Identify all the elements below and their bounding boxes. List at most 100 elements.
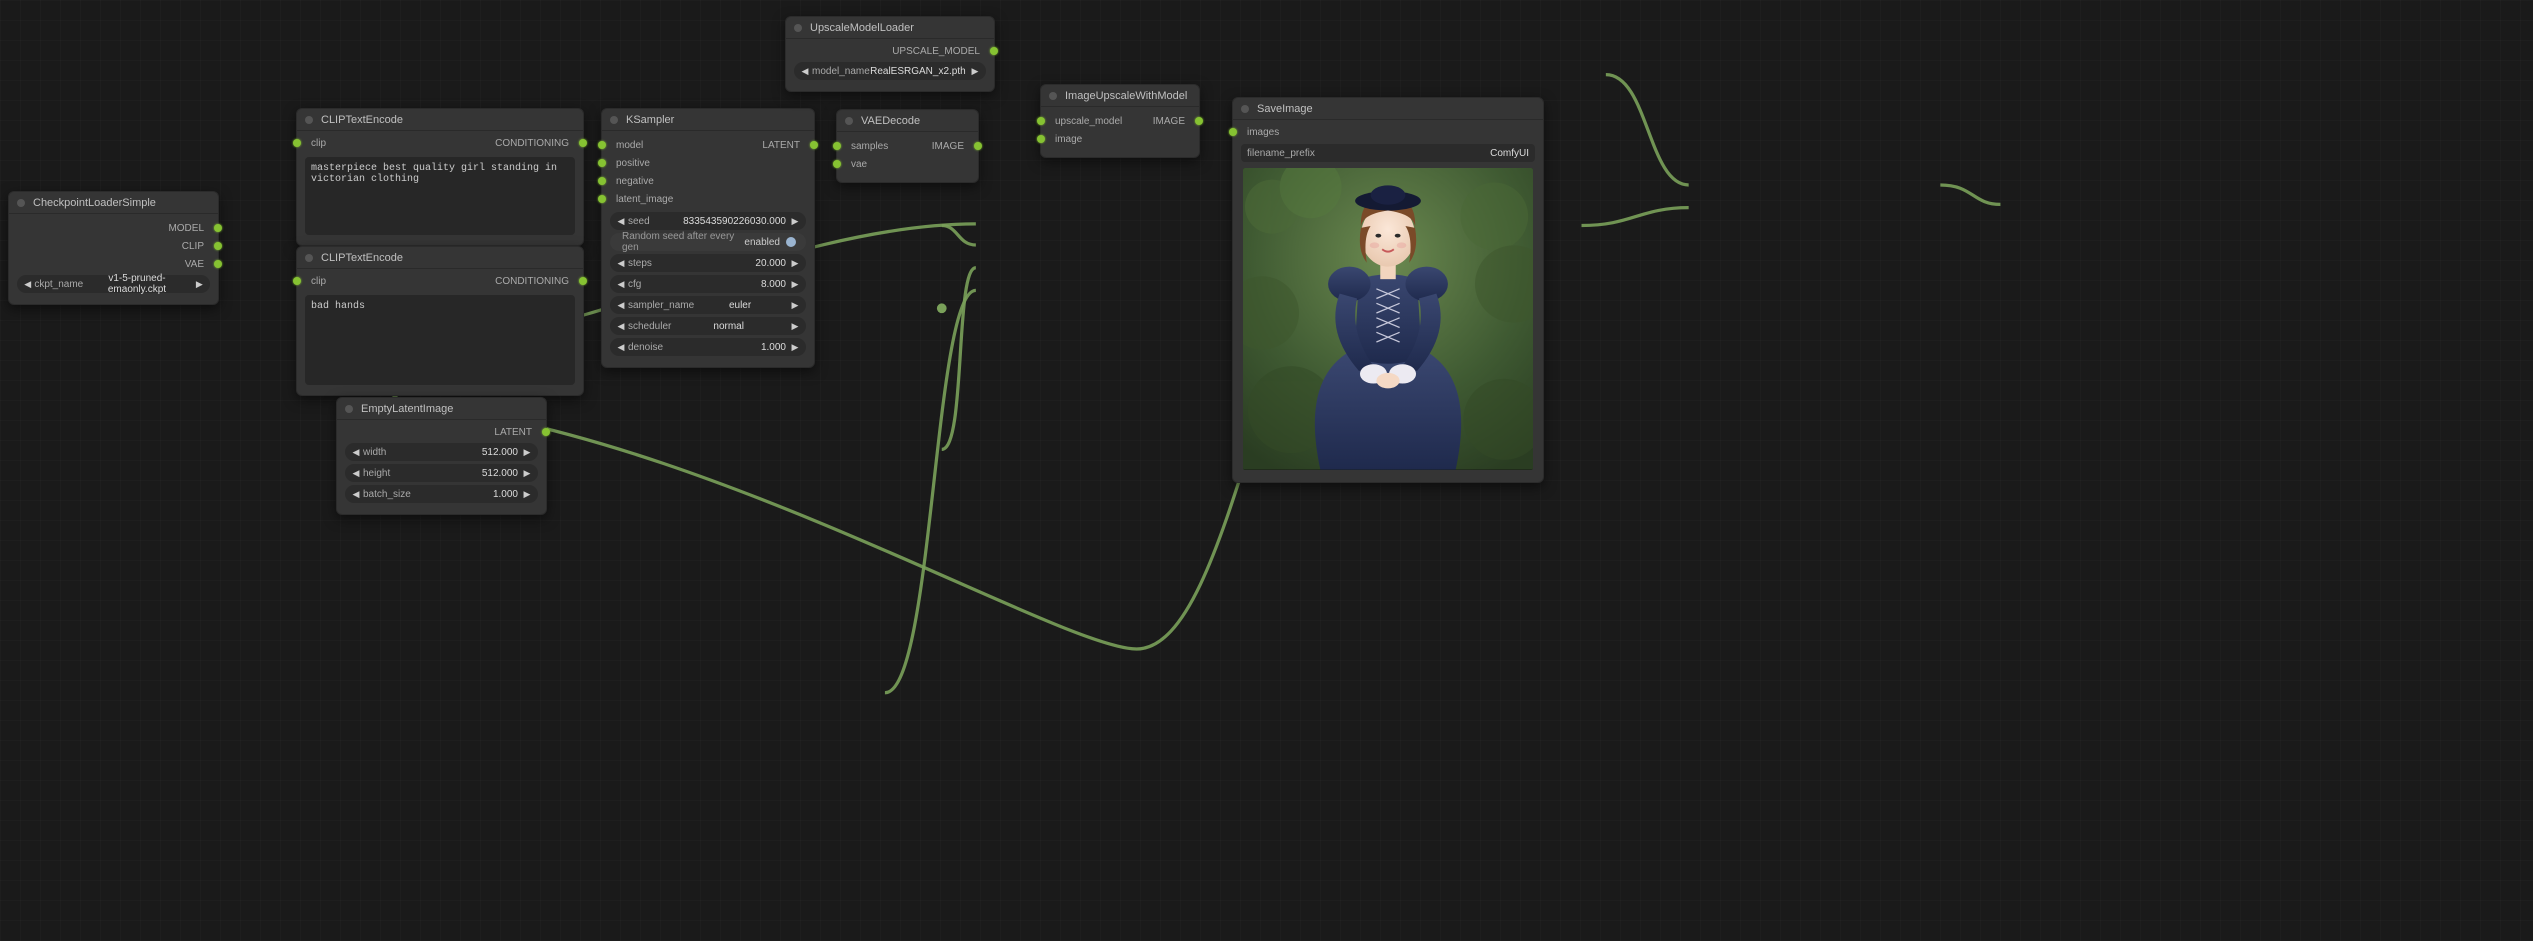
chevron-right-icon[interactable]: ▶: [790, 258, 800, 269]
input-port-vae[interactable]: [833, 160, 841, 168]
node-header[interactable]: CLIPTextEncode: [297, 109, 583, 131]
node-header[interactable]: CLIPTextEncode: [297, 247, 583, 269]
output-port-model[interactable]: [214, 224, 222, 232]
toggle-dot-icon: [786, 237, 796, 247]
chevron-left-icon[interactable]: ◀: [351, 489, 361, 500]
output-port-latent[interactable]: [810, 141, 818, 149]
prompt-text-input[interactable]: masterpiece best quality girl standing i…: [305, 157, 575, 235]
width-input[interactable]: ◀ width 512.000 ▶: [345, 443, 538, 461]
chevron-left-icon[interactable]: ◀: [351, 447, 361, 458]
chevron-left-icon[interactable]: ◀: [351, 468, 361, 479]
chevron-left-icon[interactable]: ◀: [616, 321, 626, 332]
prompt-text-input[interactable]: bad hands: [305, 295, 575, 385]
input-port-negative[interactable]: [598, 177, 606, 185]
node-upscale-model-loader[interactable]: UpscaleModelLoader UPSCALE_MODEL ◀ model…: [785, 16, 995, 92]
chevron-right-icon[interactable]: ▶: [195, 279, 204, 290]
chevron-left-icon[interactable]: ◀: [616, 216, 626, 227]
input-latent-label: latent_image: [610, 194, 679, 205]
collapse-dot-icon[interactable]: [17, 199, 25, 207]
chevron-left-icon[interactable]: ◀: [616, 279, 626, 290]
chevron-right-icon[interactable]: ▶: [790, 300, 800, 311]
random-seed-toggle[interactable]: Random seed after every gen enabled: [610, 233, 806, 251]
seed-input[interactable]: ◀ seed 833543590226030.000 ▶: [610, 212, 806, 230]
chevron-left-icon[interactable]: ◀: [616, 300, 626, 311]
chevron-left-icon[interactable]: ◀: [23, 279, 32, 290]
input-port-clip[interactable]: [293, 277, 301, 285]
output-port-conditioning[interactable]: [579, 277, 587, 285]
node-clip-text-encode-negative[interactable]: CLIPTextEncode clip CONDITIONING bad han…: [296, 246, 584, 396]
chevron-right-icon[interactable]: ▶: [790, 216, 800, 227]
input-port-clip[interactable]: [293, 139, 301, 147]
input-images-label: images: [1241, 127, 1285, 138]
node-header[interactable]: ImageUpscaleWithModel: [1041, 85, 1199, 107]
chevron-left-icon[interactable]: ◀: [616, 342, 626, 353]
cfg-input[interactable]: ◀ cfg 8.000 ▶: [610, 275, 806, 293]
generated-image-svg: [1243, 168, 1533, 470]
steps-input[interactable]: ◀ steps 20.000 ▶: [610, 254, 806, 272]
collapse-dot-icon[interactable]: [794, 24, 802, 32]
collapse-dot-icon[interactable]: [845, 117, 853, 125]
input-port-samples[interactable]: [833, 142, 841, 150]
input-port-model[interactable]: [598, 141, 606, 149]
output-port-upscale-model[interactable]: [990, 47, 998, 55]
output-port-image[interactable]: [974, 142, 982, 150]
collapse-dot-icon[interactable]: [610, 116, 618, 124]
chevron-right-icon[interactable]: ▶: [522, 489, 532, 500]
collapse-dot-icon[interactable]: [345, 405, 353, 413]
output-port-vae[interactable]: [214, 260, 222, 268]
chevron-left-icon[interactable]: ◀: [616, 258, 626, 269]
node-header[interactable]: VAEDecode: [837, 110, 978, 132]
node-header[interactable]: SaveImage: [1233, 98, 1543, 120]
chevron-left-icon[interactable]: ◀: [800, 66, 810, 77]
output-port-latent[interactable]: [542, 428, 550, 436]
node-title: SaveImage: [1257, 103, 1313, 115]
chevron-right-icon[interactable]: ▶: [790, 321, 800, 332]
chevron-right-icon[interactable]: ▶: [970, 66, 980, 77]
node-empty-latent-image[interactable]: EmptyLatentImage LATENT ◀ width 512.000 …: [336, 397, 547, 515]
node-header[interactable]: UpscaleModelLoader: [786, 17, 994, 39]
output-latent-label: LATENT: [756, 140, 806, 151]
collapse-dot-icon[interactable]: [1241, 105, 1249, 113]
node-checkpoint-loader[interactable]: CheckpointLoaderSimple MODEL CLIP VAE ◀ …: [8, 191, 219, 305]
chevron-right-icon[interactable]: ▶: [790, 279, 800, 290]
chevron-right-icon[interactable]: ▶: [790, 342, 800, 353]
input-port-positive[interactable]: [598, 159, 606, 167]
chevron-right-icon[interactable]: ▶: [522, 447, 532, 458]
height-input[interactable]: ◀ height 512.000 ▶: [345, 464, 538, 482]
chevron-right-icon[interactable]: ▶: [522, 468, 532, 479]
collapse-dot-icon[interactable]: [305, 116, 313, 124]
ckpt-name-select[interactable]: ◀ ckpt_name v1-5-pruned-emaonly.ckpt ▶: [17, 275, 210, 293]
output-port-conditioning[interactable]: [579, 139, 587, 147]
node-header[interactable]: EmptyLatentImage: [337, 398, 546, 420]
output-port-image[interactable]: [1195, 117, 1203, 125]
node-image-upscale-with-model[interactable]: ImageUpscaleWithModel upscale_model imag…: [1040, 84, 1200, 158]
input-clip-label: clip: [305, 276, 332, 287]
input-port-image[interactable]: [1037, 135, 1045, 143]
upscale-model-name-select[interactable]: ◀ model_name RealESRGAN_x2.pth ▶: [794, 62, 986, 80]
input-port-images[interactable]: [1229, 128, 1237, 136]
output-image-label: IMAGE: [1147, 116, 1191, 127]
output-upscale-model-label: UPSCALE_MODEL: [886, 46, 986, 57]
output-image-preview[interactable]: [1243, 168, 1533, 470]
node-clip-text-encode-positive[interactable]: CLIPTextEncode clip CONDITIONING masterp…: [296, 108, 584, 246]
input-port-latent-image[interactable]: [598, 195, 606, 203]
output-conditioning-label: CONDITIONING: [489, 138, 575, 149]
scheduler-select[interactable]: ◀ scheduler normal ▶: [610, 317, 806, 335]
node-ksampler[interactable]: KSampler model positive negative latent_…: [601, 108, 815, 368]
output-port-clip[interactable]: [214, 242, 222, 250]
collapse-dot-icon[interactable]: [1049, 92, 1057, 100]
collapse-dot-icon[interactable]: [305, 254, 313, 262]
node-graph-canvas[interactable]: CheckpointLoaderSimple MODEL CLIP VAE ◀ …: [0, 0, 2533, 941]
node-save-image[interactable]: SaveImage images filename_prefix ComfyUI: [1232, 97, 1544, 483]
input-vae-label: vae: [845, 159, 873, 170]
denoise-input[interactable]: ◀ denoise 1.000 ▶: [610, 338, 806, 356]
batch-size-input[interactable]: ◀ batch_size 1.000 ▶: [345, 485, 538, 503]
output-clip-label: CLIP: [176, 241, 210, 252]
output-model-label: MODEL: [162, 223, 210, 234]
sampler-name-select[interactable]: ◀ sampler_name euler ▶: [610, 296, 806, 314]
node-header[interactable]: CheckpointLoaderSimple: [9, 192, 218, 214]
node-vae-decode[interactable]: VAEDecode samples vae IMAGE: [836, 109, 979, 183]
node-header[interactable]: KSampler: [602, 109, 814, 131]
filename-prefix-input[interactable]: filename_prefix ComfyUI: [1241, 144, 1535, 162]
input-port-upscale-model[interactable]: [1037, 117, 1045, 125]
